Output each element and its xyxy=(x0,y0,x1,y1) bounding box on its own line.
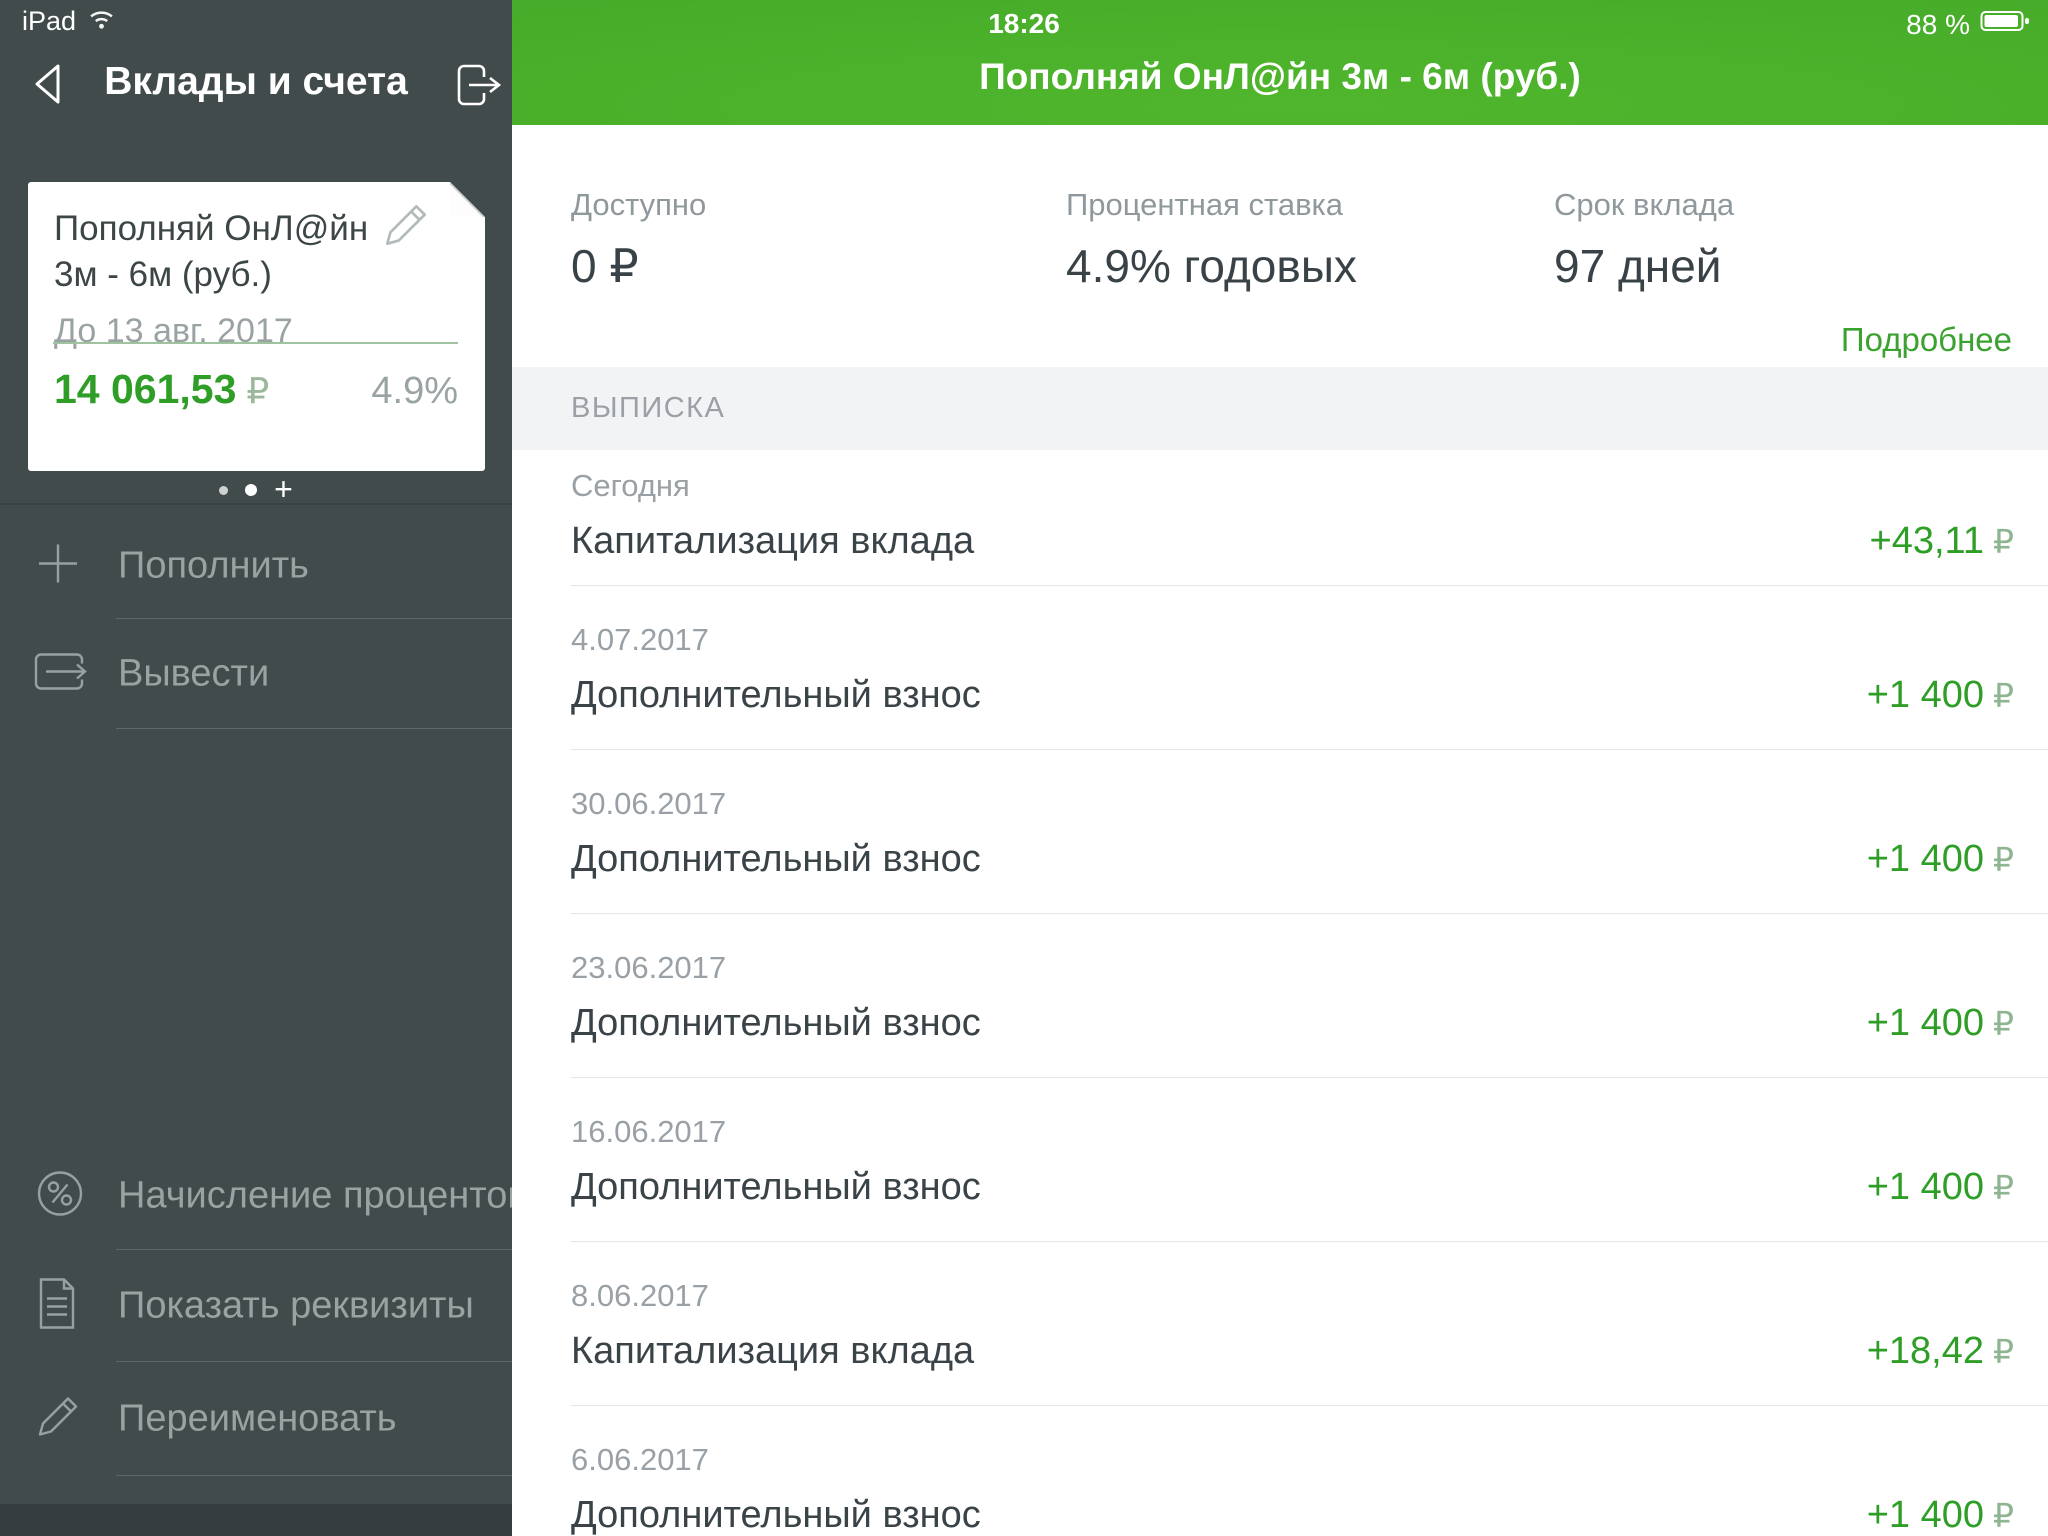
sidebar-item-rename[interactable]: Переименовать xyxy=(0,1362,512,1476)
sidebar-item-requisites[interactable]: Показать реквизиты xyxy=(0,1250,512,1362)
sidebar-item-withdraw[interactable]: Вывести xyxy=(0,619,512,729)
transaction-title: Капитализация вклада xyxy=(571,520,974,563)
sidebar-footer-strip xyxy=(0,1504,512,1536)
transaction-title: Дополнительный взнос xyxy=(571,838,981,881)
transaction-date: 30.06.2017 xyxy=(571,786,726,822)
transaction-currency: ₽ xyxy=(1993,676,2014,715)
transaction-amount: +1 400 xyxy=(1867,838,1984,881)
transaction-title: Дополнительный взнос xyxy=(571,674,981,717)
transaction-row[interactable]: 6.06.2017 Дополнительный взнос +1 400₽ xyxy=(571,1406,2048,1536)
transaction-date: Сегодня xyxy=(571,468,690,504)
transaction-title: Дополнительный взнос xyxy=(571,1494,981,1536)
transaction-row[interactable]: Сегодня Капитализация вклада +43,11₽ xyxy=(571,450,2048,586)
card-fold-corner xyxy=(450,182,485,217)
summary-value: 0 ₽ xyxy=(571,239,706,293)
edit-pencil-icon[interactable] xyxy=(379,198,433,252)
sidebar-item-top-up[interactable]: Пополнить xyxy=(0,512,512,619)
deposit-card-currency: ₽ xyxy=(246,370,269,412)
page-control[interactable]: + xyxy=(0,478,512,502)
summary-value: 4.9% годовых xyxy=(1066,239,1357,293)
transaction-currency: ₽ xyxy=(1993,1496,2014,1535)
logout-icon[interactable] xyxy=(448,60,502,110)
app-screen: iPad Вклады и счета xyxy=(0,0,2048,1536)
summary-value: 97 дней xyxy=(1554,239,1734,293)
transaction-date: 4.07.2017 xyxy=(571,622,709,658)
deposit-card[interactable]: Пополняй ОнЛ@йн 3м - 6м (руб.) До 13 авг… xyxy=(28,182,485,471)
transaction-title: Дополнительный взнос xyxy=(571,1002,981,1045)
transaction-title: Капитализация вклада xyxy=(571,1330,974,1373)
transaction-row[interactable]: 8.06.2017 Капитализация вклада +18,42₽ xyxy=(571,1242,2048,1406)
transaction-amount: +1 400 xyxy=(1867,674,1984,717)
deposit-card-rate: 4.9% xyxy=(371,370,458,413)
sidebar-item-label: Переименовать xyxy=(118,1398,397,1441)
pencil-icon xyxy=(32,1391,84,1448)
statement-section-header: ВЫПИСКА xyxy=(512,367,2048,450)
sidebar: iPad Вклады и счета xyxy=(0,0,512,1536)
deposit-card-title: Пополняй ОнЛ@йн 3м - 6м (руб.) xyxy=(54,206,412,298)
transaction-row[interactable]: 4.07.2017 Дополнительный взнос +1 400₽ xyxy=(571,586,2048,750)
deposit-card-maturity: До 13 авг. 2017 xyxy=(54,312,485,351)
transaction-amount: +1 400 xyxy=(1867,1494,1984,1536)
sidebar-separator xyxy=(0,503,512,505)
summary-available: Доступно 0 ₽ xyxy=(571,187,706,293)
add-product-button[interactable]: + xyxy=(274,483,293,495)
transaction-row[interactable]: 16.06.2017 Дополнительный взнос +1 400₽ xyxy=(571,1078,2048,1242)
transaction-title: Дополнительный взнос xyxy=(571,1166,981,1209)
summary-label: Процентная ставка xyxy=(1066,187,1357,223)
transaction-currency: ₽ xyxy=(1993,1168,2014,1207)
page-dot-active[interactable] xyxy=(245,484,257,496)
deposit-header: 18:26 88 % Пополняй ОнЛ@йн 3м - 6м (руб.… xyxy=(512,0,2048,125)
summary-label: Срок вклада xyxy=(1554,187,1734,223)
details-link[interactable]: Подробнее xyxy=(1841,321,2012,359)
sidebar-title: Вклады и счета xyxy=(0,60,512,104)
sidebar-item-label: Начисление процентов xyxy=(118,1175,528,1218)
page-dot[interactable] xyxy=(219,486,228,495)
transaction-date: 23.06.2017 xyxy=(571,950,726,986)
transaction-currency: ₽ xyxy=(1993,1004,2014,1043)
transaction-row[interactable]: 30.06.2017 Дополнительный взнос +1 400₽ xyxy=(571,750,2048,914)
battery-icon xyxy=(1980,8,2032,41)
deposit-title: Пополняй ОнЛ@йн 3м - 6м (руб.) xyxy=(512,56,2048,98)
percent-icon xyxy=(32,1166,88,1227)
summary-term: Срок вклада 97 дней xyxy=(1554,187,1734,293)
sidebar-item-label: Пополнить xyxy=(118,544,309,587)
transaction-currency: ₽ xyxy=(1993,840,2014,879)
status-battery: 88 % xyxy=(1906,8,2032,41)
transaction-currency: ₽ xyxy=(1993,1332,2014,1371)
carrier-label: iPad xyxy=(22,6,76,37)
sidebar-item-label: Показать реквизиты xyxy=(118,1285,474,1328)
deposit-summary: Доступно 0 ₽ Процентная ставка 4.9% годо… xyxy=(512,125,2048,367)
transaction-row[interactable]: 23.06.2017 Дополнительный взнос +1 400₽ xyxy=(571,914,2048,1078)
transaction-amount: +1 400 xyxy=(1867,1002,1984,1045)
deposit-card-balance: 14 061,53 xyxy=(54,366,236,413)
main-panel: 18:26 88 % Пополняй ОнЛ@йн 3м - 6м (руб.… xyxy=(512,0,2048,1536)
transaction-amount: +1 400 xyxy=(1867,1166,1984,1209)
transaction-currency: ₽ xyxy=(1993,522,2014,561)
status-time: 18:26 xyxy=(512,8,1536,40)
summary-rate: Процентная ставка 4.9% годовых xyxy=(1066,187,1357,293)
transaction-date: 6.06.2017 xyxy=(571,1442,709,1478)
card-out-icon xyxy=(32,649,90,700)
summary-label: Доступно xyxy=(571,187,706,223)
battery-percent-label: 88 % xyxy=(1906,9,1970,41)
status-bar-left: iPad xyxy=(22,6,115,37)
sidebar-item-label: Вывести xyxy=(118,653,269,696)
transaction-list: Сегодня Капитализация вклада +43,11₽ 4.0… xyxy=(512,450,2048,1536)
document-icon xyxy=(32,1275,82,1338)
wifi-icon xyxy=(88,9,115,35)
sidebar-item-interest[interactable]: Начисление процентов xyxy=(0,1142,512,1250)
transaction-date: 8.06.2017 xyxy=(571,1278,709,1314)
card-divider xyxy=(53,342,458,344)
transaction-date: 16.06.2017 xyxy=(571,1114,726,1150)
plus-icon xyxy=(32,537,84,594)
transaction-amount: +43,11 xyxy=(1870,520,1984,563)
transaction-amount: +18,42 xyxy=(1867,1330,1984,1373)
